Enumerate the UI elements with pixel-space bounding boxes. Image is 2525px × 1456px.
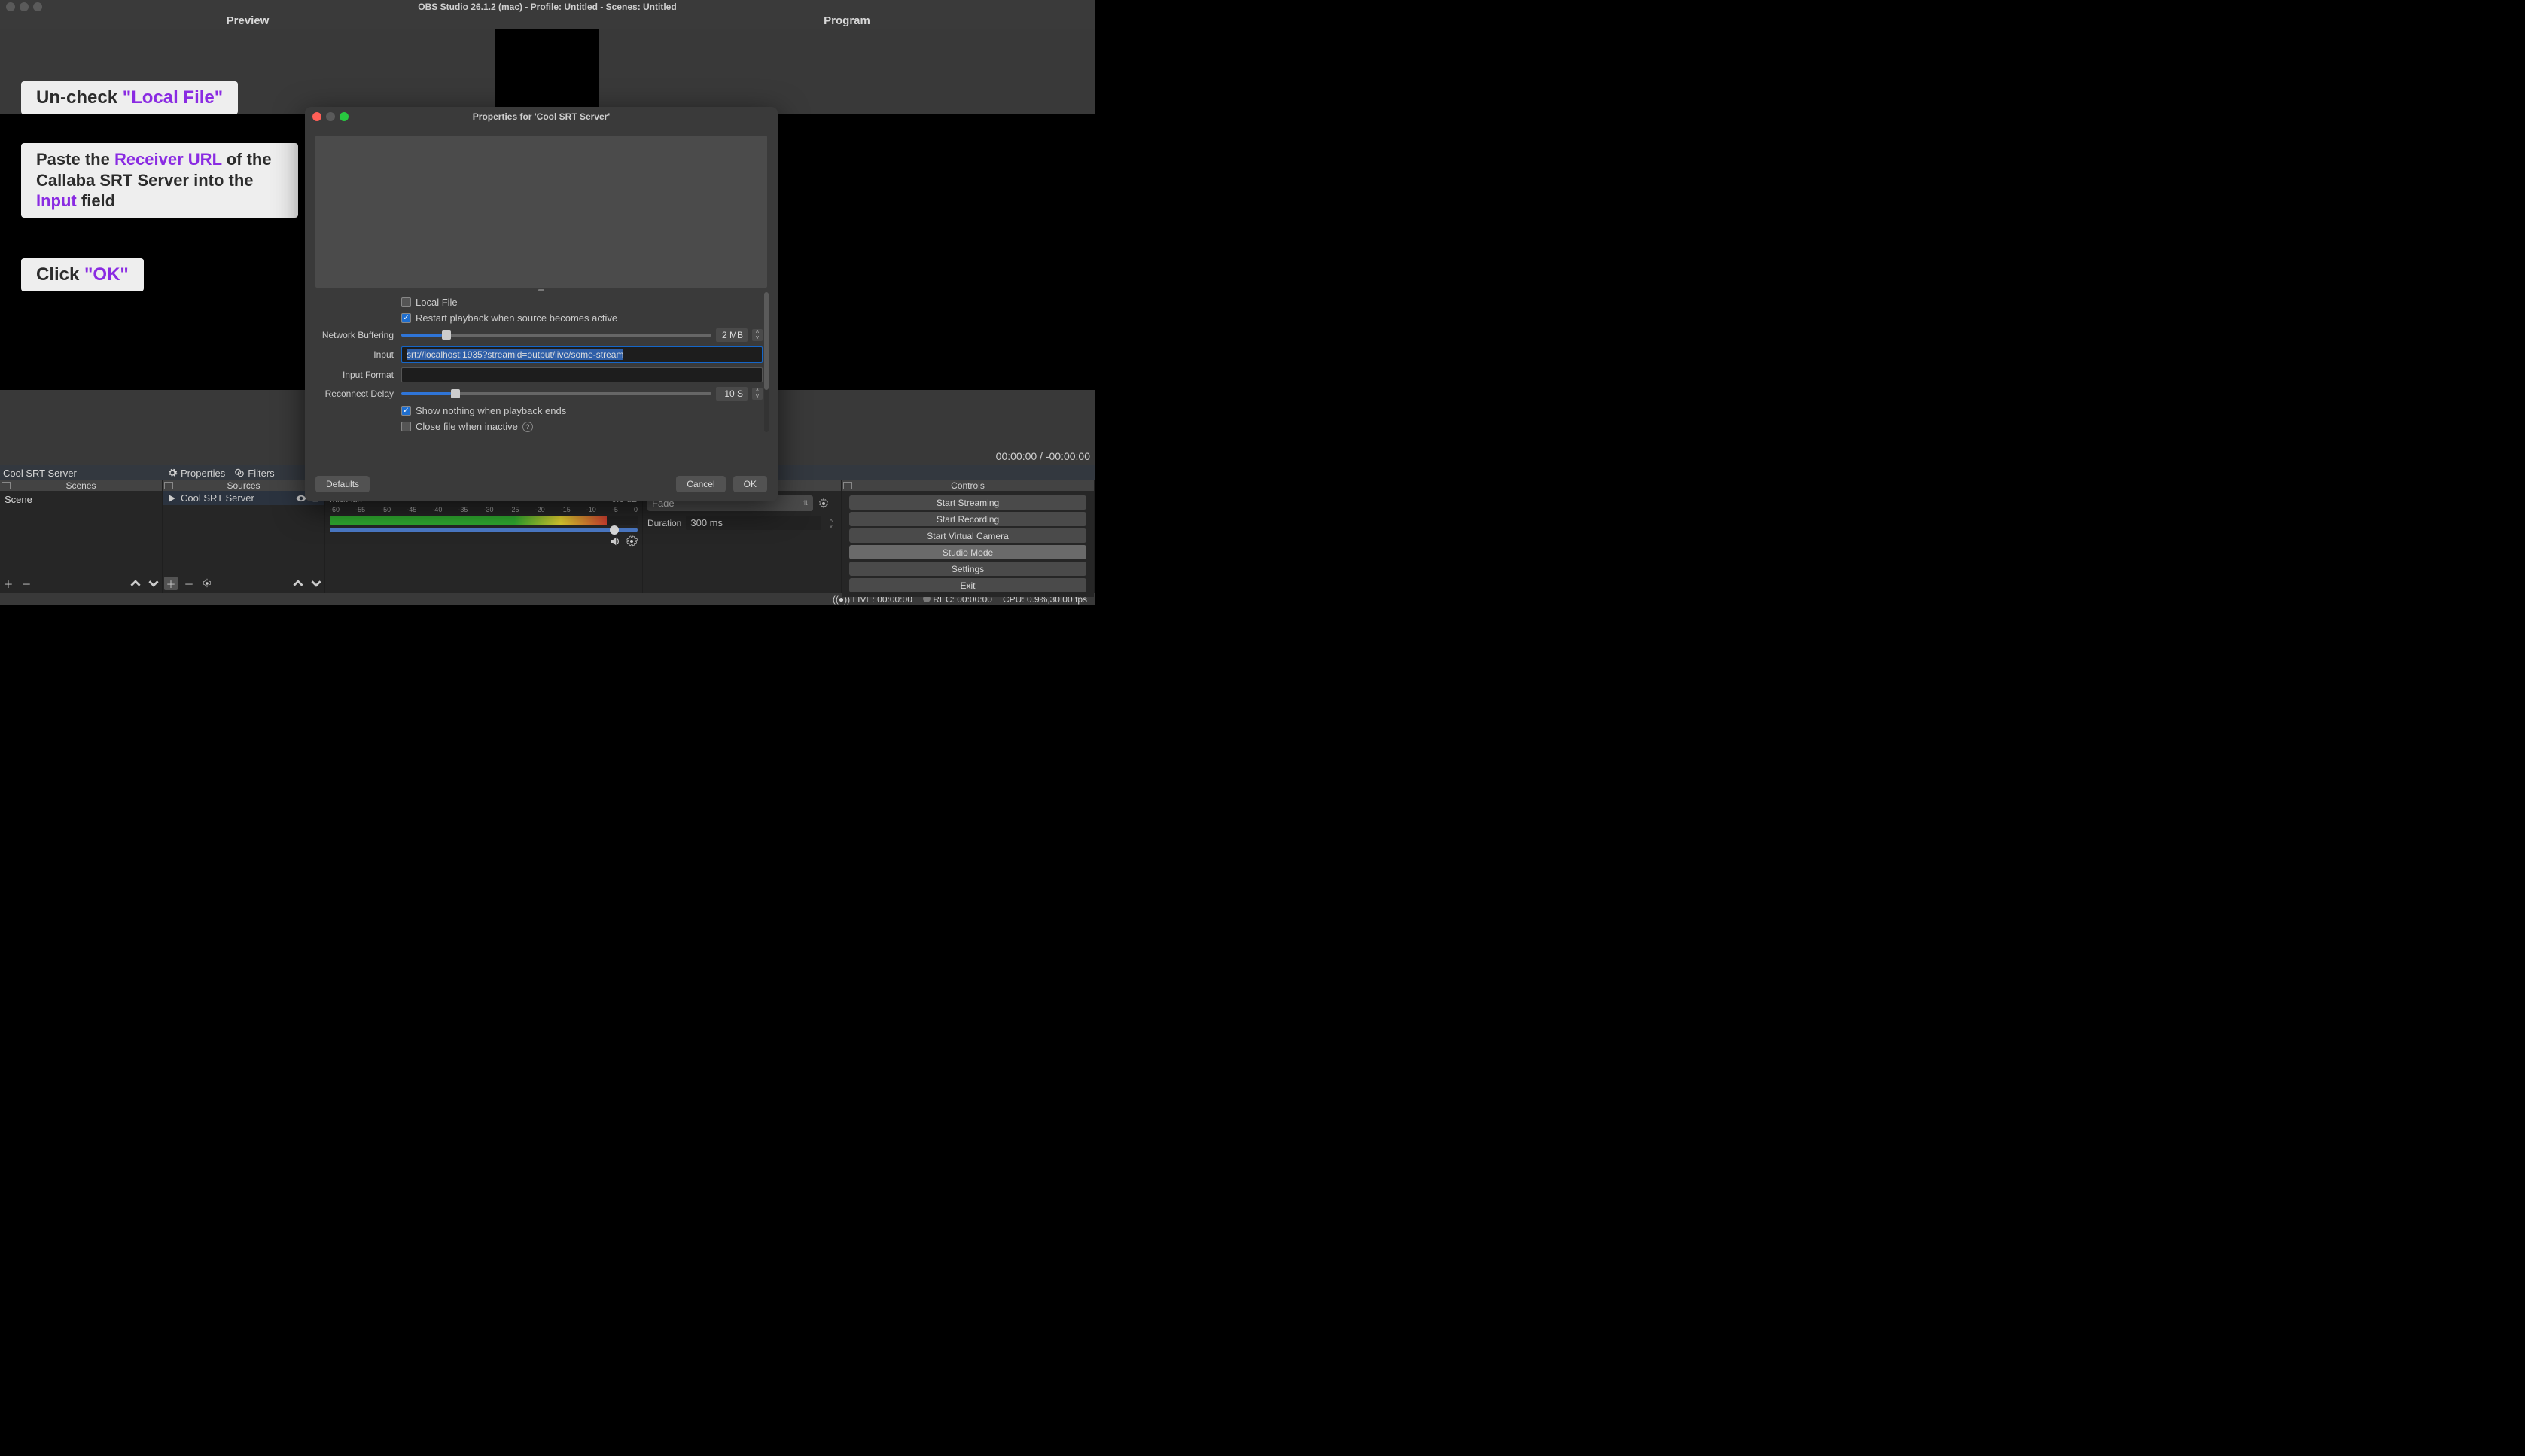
reconnect-delay-label: Reconnect Delay	[315, 388, 401, 399]
cancel-button[interactable]: Cancel	[676, 476, 725, 492]
properties-dialog: Properties for 'Cool SRT Server' Local F…	[305, 107, 778, 501]
filters-button[interactable]: Filters	[230, 468, 279, 479]
chevron-down-icon: ˅	[752, 335, 763, 341]
program-timecode: 00:00:00 / -00:00:00	[996, 450, 1090, 462]
sources-title: Sources	[163, 480, 324, 491]
network-buffering-label: Network Buffering	[315, 330, 401, 340]
dialog-preview	[315, 136, 767, 288]
defaults-button[interactable]: Defaults	[315, 476, 370, 492]
properties-button[interactable]: Properties	[163, 468, 230, 479]
remove-source-button[interactable]: －	[182, 577, 196, 590]
start-recording-button[interactable]: Start Recording	[849, 512, 1086, 526]
network-buffering-value[interactable]: 2 MB	[716, 328, 748, 342]
remove-scene-button[interactable]: －	[20, 577, 33, 590]
local-file-checkbox[interactable]	[401, 297, 411, 307]
show-nothing-checkbox[interactable]	[401, 406, 411, 416]
gear-icon	[167, 468, 178, 478]
close-window-icon[interactable]	[6, 2, 15, 11]
input-label: Input	[315, 349, 401, 360]
scenes-panel: Scenes Scene ＋ －	[0, 480, 163, 593]
studio-mode-button[interactable]: Studio Mode	[849, 545, 1086, 559]
program-label: Program	[599, 14, 1095, 29]
chevron-down-icon	[148, 578, 159, 589]
settings-button[interactable]: Settings	[849, 562, 1086, 576]
popout-icon[interactable]	[843, 482, 852, 489]
source-item[interactable]: Cool SRT Server	[163, 491, 324, 505]
gear-icon[interactable]	[626, 535, 638, 547]
source-settings-button[interactable]	[200, 577, 214, 590]
duration-label: Duration	[647, 518, 681, 528]
ok-button[interactable]: OK	[733, 476, 767, 492]
annotation-uncheck-localfile: Un-check "Local File"	[21, 81, 238, 114]
play-icon	[167, 494, 176, 503]
network-buffering-slider[interactable]	[401, 334, 711, 337]
input-format-field[interactable]	[401, 367, 763, 382]
dialog-scrollbar[interactable]	[764, 292, 769, 432]
chevron-down-icon	[311, 578, 321, 589]
exit-button[interactable]: Exit	[849, 578, 1086, 592]
duration-stepper[interactable]: ˄˅	[826, 517, 836, 529]
gear-icon[interactable]	[818, 498, 830, 510]
chevron-down-icon: ˅	[826, 523, 836, 529]
close-inactive-label: Close file when inactive	[416, 421, 518, 432]
restart-playback-checkbox[interactable]	[401, 313, 411, 323]
mixer-meter	[330, 516, 638, 525]
dialog-title: Properties for 'Cool SRT Server'	[305, 111, 778, 122]
source-down-button[interactable]	[309, 577, 323, 590]
close-inactive-checkbox[interactable]	[401, 422, 411, 431]
minimize-window-icon[interactable]	[20, 2, 29, 11]
controls-title: Controls	[842, 480, 1094, 491]
reconnect-delay-stepper[interactable]: ˄˅	[752, 388, 763, 400]
duration-input[interactable]: 300 ms	[686, 516, 821, 530]
annotation-paste-url: Paste the Receiver URL of the Callaba SR…	[21, 143, 298, 218]
minimize-dialog-icon[interactable]	[326, 112, 335, 121]
network-buffering-stepper[interactable]: ˄˅	[752, 329, 763, 341]
scene-down-button[interactable]	[147, 577, 160, 590]
filters-icon	[234, 468, 245, 478]
scene-up-button[interactable]	[129, 577, 142, 590]
chevron-down-icon: ˅	[752, 394, 763, 400]
popout-icon[interactable]	[2, 482, 11, 489]
input-field[interactable]: srt://localhost:1935?streamid=output/liv…	[401, 346, 763, 363]
gear-icon	[202, 578, 212, 589]
restart-playback-label: Restart playback when source becomes act…	[416, 312, 617, 324]
zoom-dialog-icon[interactable]	[340, 112, 349, 121]
source-item-label: Cool SRT Server	[181, 492, 254, 504]
speaker-icon[interactable]	[609, 535, 621, 547]
reconnect-delay-slider[interactable]	[401, 392, 711, 395]
show-nothing-label: Show nothing when playback ends	[416, 405, 566, 416]
help-icon[interactable]: ?	[522, 422, 533, 432]
reconnect-delay-value[interactable]: 10 S	[716, 387, 748, 401]
start-streaming-button[interactable]: Start Streaming	[849, 495, 1086, 510]
controls-panel: Controls Start Streaming Start Recording…	[842, 480, 1095, 593]
add-scene-button[interactable]: ＋	[2, 577, 15, 590]
annotation-click-ok: Click "OK"	[21, 258, 144, 291]
chevron-up-icon	[293, 578, 303, 589]
preview-program-header: Preview Program	[0, 14, 1095, 29]
start-virtual-camera-button[interactable]: Start Virtual Camera	[849, 528, 1086, 543]
window-title: OBS Studio 26.1.2 (mac) - Profile: Untit…	[0, 2, 1095, 12]
add-source-button[interactable]: ＋	[164, 577, 178, 590]
zoom-window-icon[interactable]	[33, 2, 42, 11]
popout-icon[interactable]	[164, 482, 173, 489]
input-format-label: Input Format	[315, 370, 401, 380]
source-up-button[interactable]	[291, 577, 305, 590]
local-file-label: Local File	[416, 297, 458, 308]
selected-source-name: Cool SRT Server	[0, 468, 163, 479]
chevron-up-icon	[130, 578, 141, 589]
mixer-scale: -60-55-50-45-40-35-30-25-20-15-10-50	[330, 506, 638, 513]
scene-item[interactable]: Scene	[0, 491, 162, 508]
preview-label: Preview	[0, 14, 495, 29]
window-titlebar: OBS Studio 26.1.2 (mac) - Profile: Untit…	[0, 0, 1095, 14]
mixer-volume-slider[interactable]	[330, 528, 638, 532]
sources-panel: Sources Cool SRT Server ＋ －	[163, 480, 325, 593]
close-dialog-icon[interactable]	[312, 112, 321, 121]
scenes-title: Scenes	[0, 480, 162, 491]
chevron-up-icon: ˄	[826, 517, 836, 523]
